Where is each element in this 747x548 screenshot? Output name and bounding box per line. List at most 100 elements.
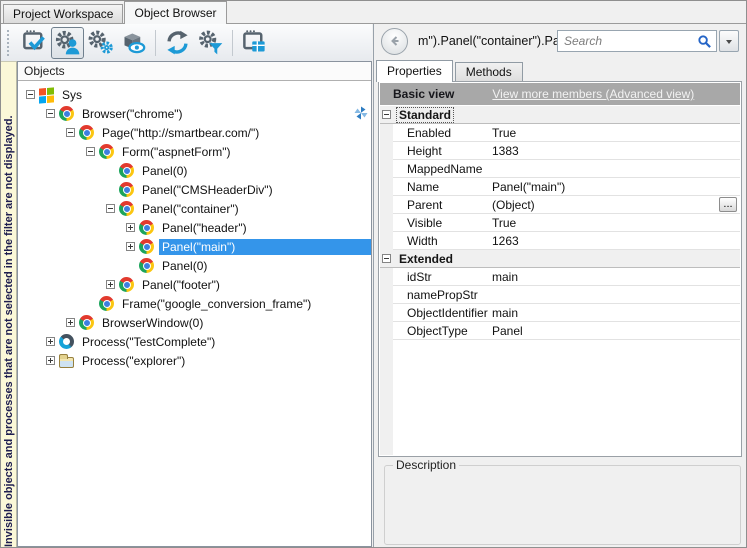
- objects-panel: Objects Sys Browser("chrome") Page("http:/…: [17, 61, 372, 547]
- property-row[interactable]: Height1383: [393, 142, 740, 160]
- property-row[interactable]: EnabledTrue: [393, 124, 740, 142]
- expand-icon[interactable]: [46, 356, 55, 365]
- tree-item[interactable]: Sys: [18, 85, 371, 104]
- back-button[interactable]: [381, 28, 408, 55]
- tree-item-label: Frame("google_conversion_frame"): [119, 296, 371, 312]
- tree-item[interactable]: Page("http://smartbear.com/"): [18, 123, 371, 142]
- search-input[interactable]: [557, 30, 717, 52]
- tree-item[interactable]: Panel("header"): [18, 218, 371, 237]
- property-group-header[interactable]: Extended: [380, 250, 740, 268]
- expand-icon[interactable]: [66, 318, 75, 327]
- tree-item-label: Panel("footer"): [139, 277, 371, 293]
- tree-item[interactable]: Form("aspnetForm"): [18, 142, 371, 161]
- property-value: main: [492, 270, 740, 284]
- property-row[interactable]: Width1263: [393, 232, 740, 250]
- windows-icon: [39, 87, 54, 103]
- tree-item-label: Panel("container"): [139, 201, 371, 217]
- tree-item[interactable]: Panel("container"): [18, 199, 371, 218]
- expand-icon[interactable]: [126, 242, 135, 251]
- tree-item-label: Panel("header"): [159, 220, 371, 236]
- collapse-icon[interactable]: [382, 254, 391, 263]
- object-spy-button[interactable]: [51, 27, 84, 59]
- tab-label: Object Browser: [134, 6, 216, 20]
- property-row[interactable]: NamePanel("main"): [393, 178, 740, 196]
- tree-item-label: Panel(0): [159, 258, 371, 274]
- property-value: True: [492, 216, 740, 230]
- tree-item-label: Browser("chrome"): [79, 106, 371, 122]
- group-name: Extended: [397, 252, 455, 266]
- property-name: ObjectType: [393, 324, 492, 338]
- chrome-icon: [119, 163, 134, 178]
- property-rows: StandardEnabledTrueHeight1383MappedNameN…: [380, 106, 740, 340]
- property-value: (Object): [492, 198, 719, 212]
- tree-item-label: Panel("main"): [159, 239, 371, 255]
- collapse-icon[interactable]: [46, 109, 55, 118]
- collapse-icon[interactable]: [106, 204, 115, 213]
- expand-icon[interactable]: [106, 280, 115, 289]
- tree-item-label: Page("http://smartbear.com/"): [99, 125, 371, 141]
- tree-item[interactable]: Process("explorer"): [18, 351, 371, 370]
- select-objects-button[interactable]: [18, 27, 51, 59]
- filter-note-strip: Invisible objects and processes that are…: [1, 61, 17, 547]
- collapse-icon[interactable]: [66, 128, 75, 137]
- tree-item-label: Sys: [59, 87, 371, 103]
- tree-item[interactable]: Browser("chrome"): [18, 104, 371, 123]
- property-row[interactable]: ObjectTypePanel: [393, 322, 740, 340]
- tree-item[interactable]: Panel(0): [18, 161, 371, 180]
- panel-layout-button[interactable]: [238, 27, 271, 59]
- chrome-icon: [79, 315, 94, 330]
- toolbar-separator: [232, 30, 233, 56]
- tab-properties[interactable]: Properties: [376, 60, 453, 82]
- tree-item[interactable]: Panel("footer"): [18, 275, 371, 294]
- tree-item[interactable]: Panel("CMSHeaderDiv"): [18, 180, 371, 199]
- property-name: ObjectIdentifier: [393, 306, 492, 320]
- refresh-button[interactable]: [161, 27, 194, 59]
- chrome-icon: [99, 296, 114, 311]
- search-icon[interactable]: [697, 34, 712, 49]
- property-row[interactable]: namePropStr: [393, 286, 740, 304]
- tree-item-label: Process("TestComplete"): [79, 334, 371, 350]
- collapse-icon[interactable]: [26, 90, 35, 99]
- collapse-icon[interactable]: [382, 110, 391, 119]
- tree-item-label: BrowserWindow(0): [99, 315, 371, 331]
- object-browser-toolbar: [1, 24, 372, 61]
- tree-item[interactable]: Panel(0): [18, 256, 371, 275]
- tab-methods[interactable]: Methods: [455, 62, 523, 81]
- property-value: 1263: [492, 234, 740, 248]
- property-row[interactable]: MappedName: [393, 160, 740, 178]
- search-options-dropdown[interactable]: [719, 30, 739, 52]
- chrome-icon: [79, 125, 94, 140]
- objects-panel-header: Objects: [18, 62, 371, 81]
- gear-person-icon: [54, 29, 81, 56]
- testcomplete-window: Project Workspace Object Browser: [0, 0, 747, 548]
- tree-item[interactable]: Process("TestComplete"): [18, 332, 371, 351]
- property-group-header[interactable]: Standard: [380, 106, 740, 124]
- tree-item-label: Panel(0): [139, 163, 371, 179]
- tree-item[interactable]: Panel("main"): [18, 237, 371, 256]
- advanced-view-link[interactable]: View more members (Advanced view): [492, 87, 694, 101]
- tab-object-browser[interactable]: Object Browser: [124, 1, 226, 24]
- tab-project-workspace[interactable]: Project Workspace: [3, 4, 123, 23]
- ellipsis-button[interactable]: ...: [719, 197, 737, 212]
- property-row[interactable]: ObjectIdentifiermain: [393, 304, 740, 322]
- expand-icon[interactable]: [46, 337, 55, 346]
- filter-button[interactable]: [194, 27, 227, 59]
- window-check-icon: [21, 29, 48, 56]
- property-value: Panel("main"): [492, 180, 740, 194]
- toolbar-grip[interactable]: [7, 30, 11, 56]
- property-value: True: [492, 126, 740, 140]
- tree-item[interactable]: Frame("google_conversion_frame"): [18, 294, 371, 313]
- toolbar-separator: [155, 30, 156, 56]
- objects-panel-title: Objects: [24, 64, 65, 78]
- property-row[interactable]: Parent(Object)...: [393, 196, 740, 214]
- expand-icon[interactable]: [126, 223, 135, 232]
- highlight-object-button[interactable]: [117, 27, 150, 59]
- tree-item[interactable]: BrowserWindow(0): [18, 313, 371, 332]
- object-properties-button[interactable]: [84, 27, 117, 59]
- property-row[interactable]: idStrmain: [393, 268, 740, 286]
- tab-label: Properties: [387, 64, 442, 78]
- property-name: Enabled: [393, 126, 492, 140]
- property-row[interactable]: VisibleTrue: [393, 214, 740, 232]
- chrome-icon: [59, 106, 74, 121]
- collapse-icon[interactable]: [86, 147, 95, 156]
